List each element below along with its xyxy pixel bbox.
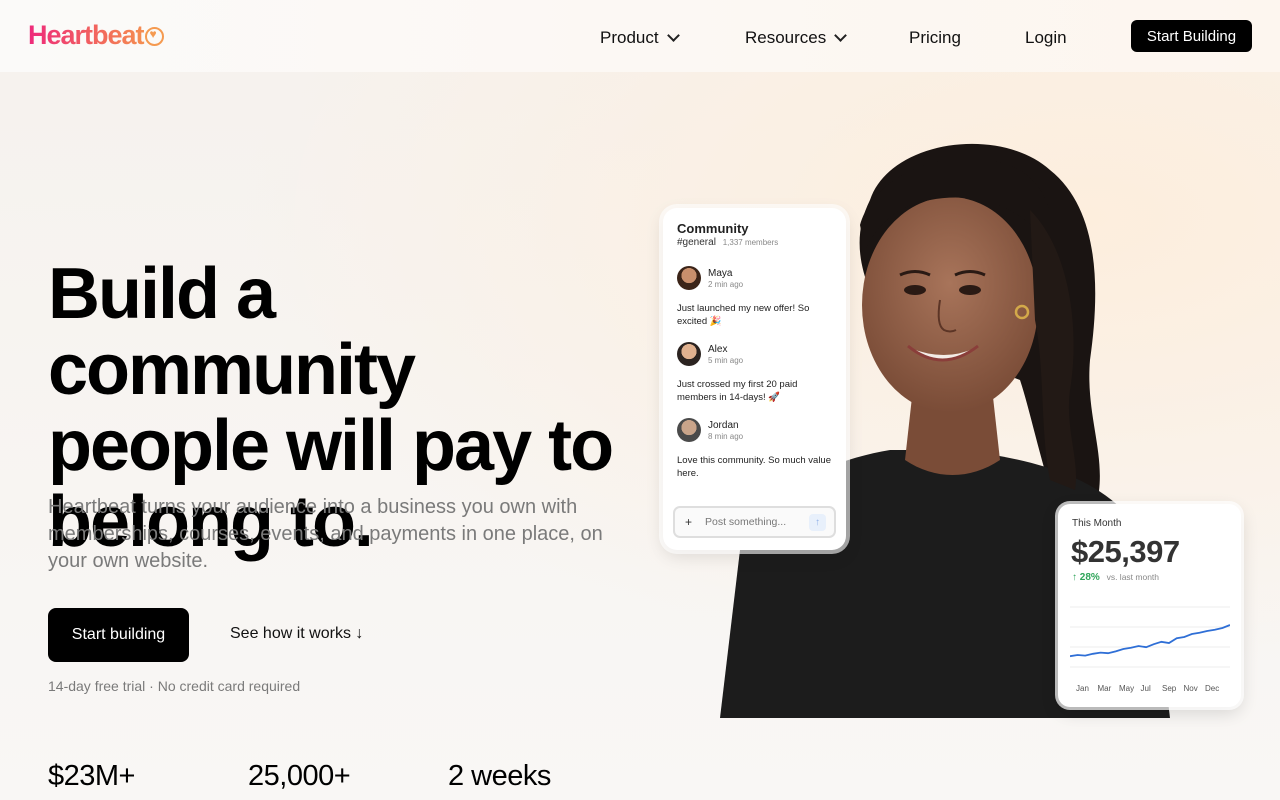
revenue-period-label: This Month [1072, 518, 1122, 529]
arrow-up-icon[interactable]: ↑ [809, 514, 826, 531]
logo-text: Heartbeat [28, 20, 144, 50]
revenue-trend-line [1070, 624, 1230, 658]
channel-name: #general 1,337 members [677, 237, 778, 248]
start-building-button[interactable]: Start Building [1131, 20, 1252, 52]
community-card: Community #general 1,337 members Maya 2 … [663, 208, 846, 550]
channel-label: #general [677, 237, 716, 248]
see-how-it-works-link[interactable]: See how it works ↓ [230, 625, 363, 643]
message-time: 5 min ago [708, 356, 744, 365]
chevron-down-icon [666, 29, 680, 42]
month-tick-label: Nov [1183, 684, 1198, 693]
message-item: Alex 5 min ago Just crossed my first 20 … [677, 342, 837, 404]
message-item: Maya 2 min ago Just launched my new offe… [677, 266, 837, 328]
month-tick-label: Jul [1140, 684, 1151, 693]
hero-subhead: Heartbeat turns your audience into a bus… [48, 496, 603, 572]
message-text: Love this community. So much value here. [677, 455, 832, 479]
revenue-change-value: ↑ 28% [1072, 572, 1100, 583]
chevron-down-icon [834, 29, 848, 42]
site-header: Heartbeat Product Resources Pricing Logi… [0, 0, 1280, 72]
community-title: Community [677, 221, 749, 236]
headline-line: Build a community [48, 254, 416, 410]
revenue-change-note: vs. last month [1106, 572, 1160, 582]
post-placeholder: Post something... [705, 516, 787, 528]
message-text: Just launched my new offer! So excited 🎉 [677, 303, 810, 327]
nav-product[interactable]: Product [600, 28, 680, 48]
nav-resources-label: Resources [745, 28, 827, 47]
revenue-amount: $25,397 [1071, 534, 1180, 569]
member-count: 1,337 members [722, 238, 779, 247]
heart-icon [144, 27, 164, 46]
stat-value: 2 weeks [448, 760, 551, 792]
message-time: 8 min ago [708, 432, 744, 441]
avatar [677, 266, 701, 290]
trial-note: 14-day free trial · No credit card requi… [48, 678, 301, 694]
headline-line: people will pay to [48, 406, 614, 486]
post-input[interactable]: + Post something... ↑ [673, 506, 836, 538]
month-tick-label: Sep [1162, 684, 1177, 693]
stat-value: $23M+ [48, 760, 135, 792]
month-tick-label: Mar [1097, 684, 1112, 693]
avatar [677, 418, 701, 442]
heartbeat-logo[interactable]: Heartbeat [28, 20, 164, 51]
avatar [677, 342, 701, 366]
month-axis: Jan Mar May Jul Sep Nov Dec [1070, 684, 1230, 696]
nav-resources[interactable]: Resources [745, 28, 848, 48]
revenue-card: This Month $25,397 ↑ 28% vs. last month … [1058, 504, 1241, 707]
message-author: Alex [708, 344, 728, 355]
nav-pricing[interactable]: Pricing [909, 28, 961, 48]
nav-login[interactable]: Login [1025, 28, 1067, 48]
plus-icon[interactable]: + [685, 515, 692, 529]
message-text: Just crossed my first 20 paid members in… [677, 379, 798, 403]
stat-value: 25,000+ [248, 760, 351, 792]
message-author: Maya [708, 268, 733, 279]
revenue-change: ↑ 28% vs. last month [1072, 572, 1159, 583]
message-item: Jordan 8 min ago Love this community. So… [677, 418, 837, 480]
month-tick-label: Jan [1076, 684, 1089, 693]
message-author: Jordan [708, 420, 739, 431]
revenue-trend-chart [1070, 606, 1230, 668]
month-tick-label: Dec [1205, 684, 1220, 693]
stats-row: $23M+ 25,000+ 2 weeks [48, 760, 648, 800]
nav-product-label: Product [600, 28, 659, 47]
start-building-cta[interactable]: Start building [48, 608, 189, 662]
message-time: 2 min ago [708, 280, 744, 289]
month-tick-label: May [1119, 684, 1135, 693]
